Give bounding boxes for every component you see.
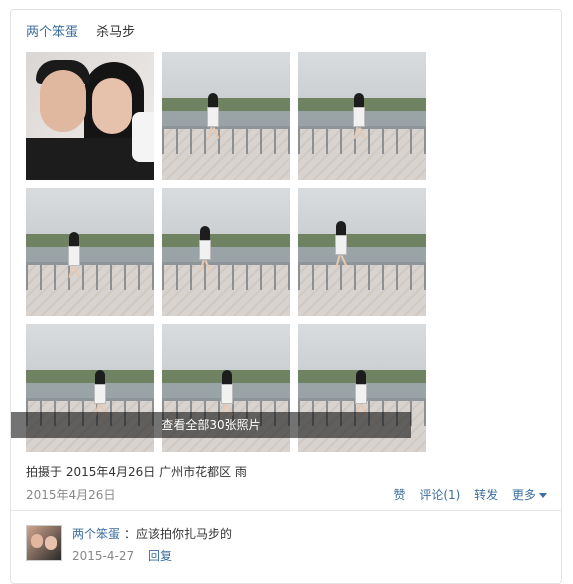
more-label: 更多 bbox=[511, 488, 536, 502]
reply-button[interactable]: 回复 bbox=[148, 549, 172, 563]
like-button[interactable]: 赞 bbox=[393, 488, 405, 502]
comment-item: 两个笨蛋 ：应该拍你扎马步的 2015-4-27 回复 bbox=[26, 525, 546, 565]
comment-text: ：应该拍你扎马步的 bbox=[124, 527, 233, 541]
more-button[interactable]: 更多 bbox=[512, 488, 547, 502]
selfie-image bbox=[26, 52, 154, 180]
comment-author-link[interactable]: 两个笨蛋 bbox=[72, 527, 120, 541]
post-date: 2015年4月26日 bbox=[26, 488, 116, 502]
share-button[interactable]: 转发 bbox=[474, 488, 498, 502]
post-title: 杀马步 bbox=[96, 25, 136, 40]
photo-thumbnail-6[interactable] bbox=[298, 188, 426, 316]
photo-grid bbox=[26, 52, 426, 452]
chevron-down-icon bbox=[539, 493, 547, 498]
comment-button[interactable]: 评论(1) bbox=[419, 488, 460, 502]
post-metadata: 拍摄于 2015年4月26日 广州市花都区 雨 bbox=[26, 465, 247, 479]
post-actions: 赞 评论(1) 转发 更多 bbox=[383, 486, 547, 503]
photo-thumbnail-3[interactable] bbox=[298, 52, 426, 180]
photo-thumbnail-4[interactable] bbox=[26, 188, 154, 316]
comment-line: 两个笨蛋 ：应该拍你扎马步的 bbox=[72, 525, 232, 542]
post-card: 两个笨蛋 杀马步 查看全部30张照片 拍摄于 2015年4月26日 广州市花都区… bbox=[10, 9, 562, 584]
post-author-link[interactable]: 两个笨蛋 bbox=[26, 25, 78, 40]
comment-date: 2015-4-27 bbox=[72, 549, 135, 563]
avatar[interactable] bbox=[26, 525, 62, 561]
photo-thumbnail-5[interactable] bbox=[162, 188, 290, 316]
post-header: 两个笨蛋 杀马步 bbox=[26, 24, 135, 42]
divider bbox=[11, 510, 561, 511]
view-all-photos-link[interactable]: 查看全部30张照片 bbox=[11, 412, 411, 438]
photo-thumbnail-1[interactable] bbox=[26, 52, 154, 180]
photo-thumbnail-2[interactable] bbox=[162, 52, 290, 180]
comment-meta: 2015-4-27 回复 bbox=[72, 547, 172, 564]
